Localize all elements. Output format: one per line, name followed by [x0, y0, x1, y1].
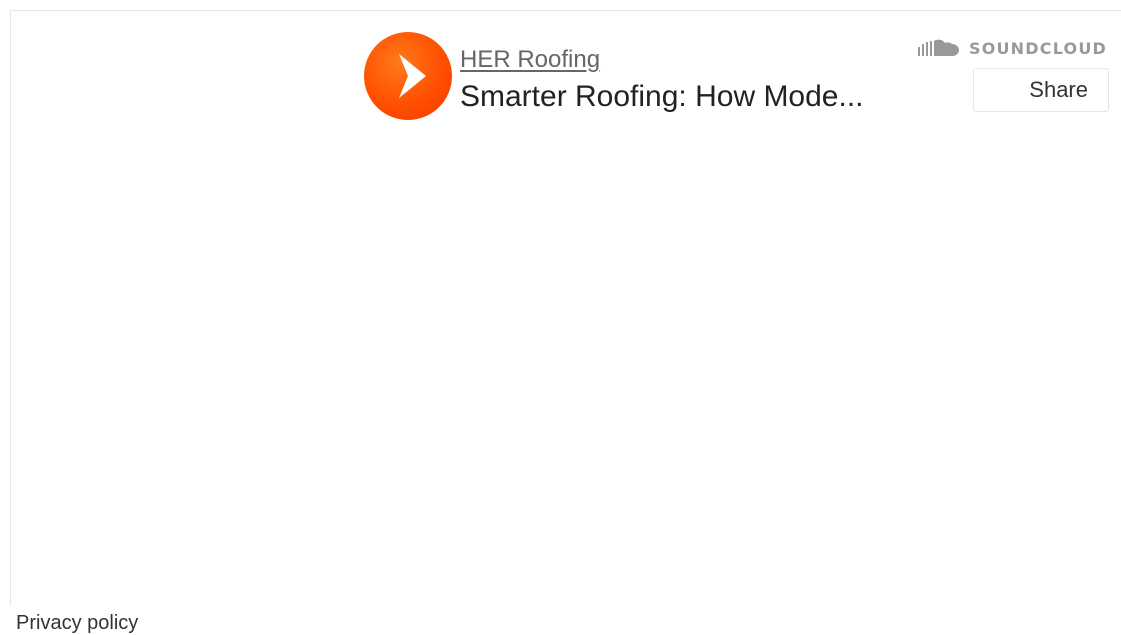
play-button[interactable] [364, 32, 452, 120]
track-meta: HER Roofing Smarter Roofing: How Mode... [460, 46, 900, 115]
soundcloud-logo-icon [917, 39, 959, 56]
player-header: HER Roofing Smarter Roofing: How Mode...… [11, 11, 1121, 131]
artist-link[interactable]: HER Roofing [460, 46, 600, 74]
track-title[interactable]: Smarter Roofing: How Mode... [460, 79, 900, 115]
soundcloud-brand[interactable]: SOUNDCLOUD [917, 38, 1107, 58]
soundcloud-player: HER Roofing Smarter Roofing: How Mode...… [10, 10, 1121, 606]
brand-label: SOUNDCLOUD [968, 38, 1107, 58]
play-icon [399, 54, 426, 98]
privacy-policy-link[interactable]: Privacy policy [16, 612, 138, 635]
share-button[interactable]: Share [973, 68, 1109, 112]
